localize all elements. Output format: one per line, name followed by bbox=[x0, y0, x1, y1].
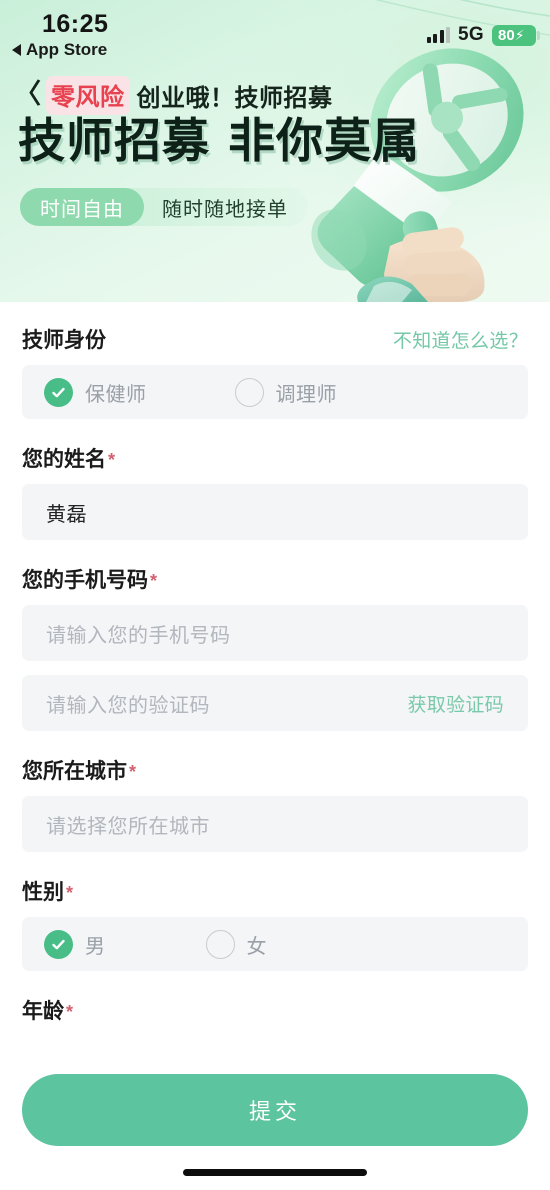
nav-title-text: 创业哦！技师招募 bbox=[136, 85, 333, 112]
field-age: 年龄 * bbox=[22, 995, 528, 1025]
city-select[interactable]: 请选择您所在城市 bbox=[22, 796, 528, 852]
radio-option-female[interactable]: 女 bbox=[205, 929, 268, 959]
city-label-text: 您所在城市 bbox=[22, 760, 127, 783]
application-form: 技师身份 不知道怎么选？ 保健师 调理师 您的姓名 * 黄磊 您的手机号码 * … bbox=[0, 302, 550, 1025]
field-city: 您所在城市 * 请选择您所在城市 bbox=[22, 755, 528, 852]
gender-options: 男 女 bbox=[22, 917, 528, 971]
headline-right: 非你莫属 bbox=[228, 114, 420, 167]
radio-unchecked-icon bbox=[234, 377, 264, 407]
return-app-label: App Store bbox=[26, 40, 108, 59]
identity-help-link[interactable]: 不知道怎么选？ bbox=[393, 326, 528, 353]
cellular-signal-icon bbox=[426, 27, 451, 43]
submit-button[interactable]: 提交 bbox=[22, 1074, 528, 1146]
age-label-text: 年龄 bbox=[22, 1000, 64, 1023]
age-required-mark: * bbox=[66, 1002, 74, 1022]
gender-required-mark: * bbox=[66, 883, 74, 903]
city-placeholder: 请选择您所在城市 bbox=[46, 815, 210, 838]
city-required-mark: * bbox=[129, 762, 137, 782]
banner-headline: 技师招募 非你莫属 bbox=[18, 117, 420, 164]
city-label: 您所在城市 * bbox=[22, 755, 528, 785]
return-to-app-store-button[interactable]: App Store bbox=[12, 40, 107, 60]
gender-label: 性别 * bbox=[22, 876, 528, 906]
phone-placeholder: 请输入您的手机号码 bbox=[46, 624, 231, 647]
field-name: 您的姓名 * 黄磊 bbox=[22, 443, 528, 540]
name-required-mark: * bbox=[108, 450, 116, 470]
status-bar: 16:25 App Store 5G 80 ⚡ bbox=[0, 0, 550, 68]
tag-anytime-orders: 随时随地接单 bbox=[162, 198, 288, 221]
identity-options: 保健师 调理师 bbox=[22, 365, 528, 419]
radio-checked-icon bbox=[44, 929, 73, 959]
phone-required-mark: * bbox=[150, 571, 158, 591]
submit-bar: 提交 bbox=[0, 1074, 550, 1146]
radio-option-health-therapist[interactable]: 保健师 bbox=[44, 377, 147, 407]
identity-option-0-label: 保健师 bbox=[85, 383, 147, 406]
promo-banner: 16:25 App Store 5G 80 ⚡ 〈 零风险 创业哦！技师招募 技… bbox=[0, 0, 550, 302]
megaphone-illustration bbox=[311, 48, 524, 302]
back-chevron-icon[interactable]: 〈 bbox=[12, 81, 44, 110]
tag-flexible-time: 时间自由 bbox=[20, 188, 144, 226]
radio-unchecked-icon bbox=[205, 929, 235, 959]
radio-option-conditioning-therapist[interactable]: 调理师 bbox=[234, 377, 338, 407]
back-triangle-icon bbox=[12, 44, 21, 56]
name-value: 黄磊 bbox=[46, 503, 87, 526]
name-label-text: 您的姓名 bbox=[22, 448, 106, 471]
network-type-label: 5G bbox=[458, 24, 484, 45]
identity-option-1-label: 调理师 bbox=[275, 383, 337, 406]
verification-code-placeholder[interactable]: 请输入您的验证码 bbox=[46, 689, 210, 718]
status-time: 16:25 bbox=[42, 10, 109, 38]
phone-label-text: 您的手机号码 bbox=[22, 569, 148, 592]
gender-option-1-label: 女 bbox=[246, 935, 267, 958]
age-label: 年龄 * bbox=[22, 995, 528, 1025]
field-phone: 您的手机号码 * 请输入您的手机号码 请输入您的验证码 获取验证码 bbox=[22, 564, 528, 731]
identity-label: 技师身份 bbox=[22, 329, 106, 352]
field-identity: 技师身份 不知道怎么选？ 保健师 调理师 bbox=[22, 324, 528, 419]
verification-code-row: 请输入您的验证码 获取验证码 bbox=[22, 675, 528, 731]
page-nav-title: 〈 零风险 创业哦！技师招募 bbox=[12, 76, 333, 115]
field-gender: 性别 * 男 女 bbox=[22, 876, 528, 971]
get-verification-code-button[interactable]: 获取验证码 bbox=[407, 690, 504, 717]
name-label: 您的姓名 * bbox=[22, 443, 528, 473]
banner-tags: 时间自由 随时随地接单 bbox=[20, 188, 308, 226]
headline-left: 技师招募 bbox=[18, 114, 210, 167]
status-indicators: 5G 80 ⚡ bbox=[426, 24, 540, 46]
battery-indicator: 80 ⚡ bbox=[492, 24, 540, 46]
phone-input[interactable]: 请输入您的手机号码 bbox=[22, 605, 528, 661]
home-indicator bbox=[183, 1169, 367, 1176]
radio-checked-icon bbox=[44, 377, 73, 407]
phone-label: 您的手机号码 * bbox=[22, 564, 528, 594]
battery-percent: 80 bbox=[498, 26, 515, 44]
charging-bolt-icon: ⚡ bbox=[514, 27, 525, 43]
zero-risk-badge: 零风险 bbox=[46, 76, 130, 115]
gender-label-text: 性别 bbox=[22, 881, 64, 904]
gender-option-0-label: 男 bbox=[85, 935, 106, 958]
name-input[interactable]: 黄磊 bbox=[22, 484, 528, 540]
radio-option-male[interactable]: 男 bbox=[44, 929, 106, 959]
